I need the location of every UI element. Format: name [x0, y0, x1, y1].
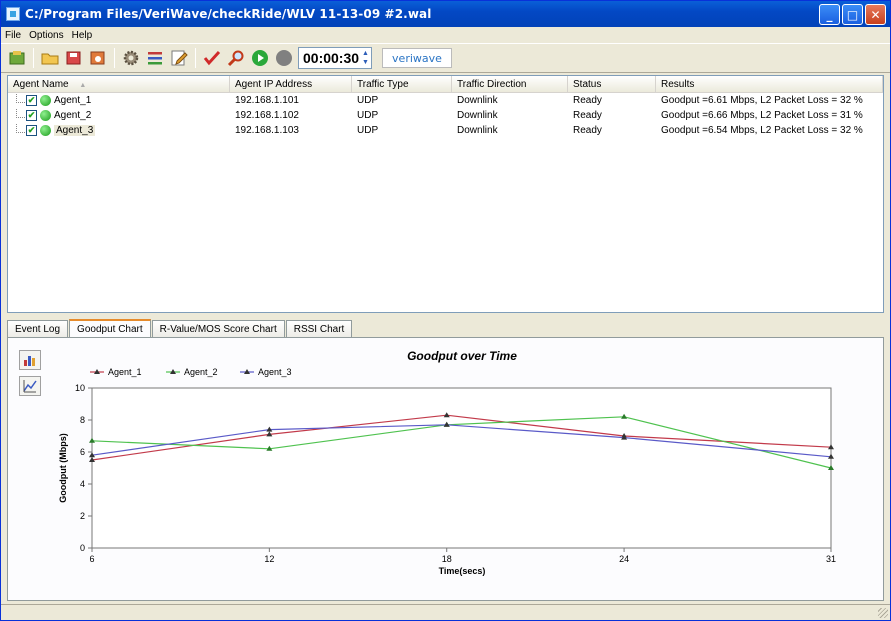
traffic-type: UDP [357, 95, 379, 106]
menu-bar: File Options Help [1, 27, 890, 43]
agent-checkbox[interactable]: ✔ [26, 125, 37, 136]
toolbar-separator [33, 48, 34, 68]
save-icon[interactable] [64, 48, 84, 68]
menu-options[interactable]: Options [29, 30, 63, 41]
open-folder-icon[interactable] [40, 48, 60, 68]
title-bar[interactable]: C:/Program Files/VeriWave/checkRide/WLV … [1, 1, 890, 27]
stop-icon[interactable] [274, 48, 294, 68]
minimize-button[interactable]: _ [819, 4, 840, 25]
checkmark-icon[interactable] [202, 48, 222, 68]
traffic-direction: Downlink [457, 110, 498, 121]
column-header-agent-name[interactable]: Agent Name ▲ [8, 76, 230, 92]
agent-table: Agent Name ▲ Agent IP Address Traffic Ty… [7, 75, 884, 313]
chevron-down-icon[interactable]: ▼ [362, 58, 369, 67]
veriwave-logo: veriwave [381, 48, 452, 68]
agent-status: Ready [573, 95, 602, 106]
x-axis: 6 12 18 24 31 [89, 548, 836, 564]
edit-icon[interactable] [169, 48, 189, 68]
duration-spin-buttons[interactable]: ▲ ▼ [362, 49, 369, 67]
legend-label: Agent_2 [184, 367, 218, 377]
x-tick-label: 6 [89, 554, 94, 564]
agent-checkbox[interactable]: ✔ [26, 95, 37, 106]
resize-grip-icon[interactable] [878, 608, 888, 618]
maximize-button[interactable]: □ [842, 4, 863, 25]
legend-label: Agent_1 [108, 367, 142, 377]
x-tick-label: 31 [826, 554, 836, 564]
status-ok-icon [40, 95, 51, 106]
main-window: C:/Program Files/VeriWave/checkRide/WLV … [0, 0, 891, 621]
agent-ip: 192.168.1.101 [235, 95, 299, 106]
window-title: C:/Program Files/VeriWave/checkRide/WLV … [25, 7, 432, 21]
agent-ip: 192.168.1.102 [235, 110, 299, 121]
toolbar: 00:00:30 ▲ ▼ veriwave [1, 43, 890, 73]
legend-label: Agent_3 [258, 367, 292, 377]
search-icon[interactable] [226, 48, 246, 68]
gear-icon[interactable] [121, 48, 141, 68]
status-bar [1, 604, 890, 620]
status-ok-icon [40, 110, 51, 121]
chevron-up-icon[interactable]: ▲ [362, 49, 369, 58]
save-as-icon[interactable] [88, 48, 108, 68]
menu-file[interactable]: File [5, 30, 21, 41]
column-header-status[interactable]: Status [568, 76, 656, 92]
y-tick-label: 0 [80, 543, 85, 553]
agent-name-cell: ✔ Agent_1 [8, 94, 230, 106]
y-tick-label: 8 [80, 415, 85, 425]
agent-status: Ready [573, 110, 602, 121]
x-tick-label: 12 [264, 554, 274, 564]
y-tick-label: 6 [80, 447, 85, 457]
column-header-results[interactable]: Results [656, 76, 883, 92]
x-tick-label: 24 [619, 554, 629, 564]
app-icon [6, 7, 20, 21]
table-row[interactable]: ✔ Agent_2 192.168.1.102 UDP Downlink Rea… [8, 108, 883, 123]
agent-name-cell: ✔ Agent_3 [8, 124, 230, 136]
tab-rvalue-mos-chart[interactable]: R-Value/MOS Score Chart [151, 320, 285, 338]
duration-stepper[interactable]: 00:00:30 ▲ ▼ [298, 47, 372, 69]
traffic-type: UDP [357, 125, 379, 136]
traffic-type: UDP [357, 110, 379, 121]
table-row[interactable]: ✔ Agent_1 192.168.1.101 UDP Downlink Rea… [8, 93, 883, 108]
chart-title: Goodput over Time [407, 349, 517, 363]
tab-goodput-chart[interactable]: Goodput Chart [69, 319, 151, 338]
traffic-direction: Downlink [457, 125, 498, 136]
duration-value[interactable]: 00:00:30 [303, 50, 359, 66]
goodput-chart-panel: Goodput over Time Agent_1 Agent_2 Agent_3 … [7, 337, 884, 601]
agent-results: Goodput =6.54 Mbps, L2 Packet Loss = 32 … [661, 125, 863, 136]
x-axis-label: Time(secs) [439, 566, 486, 576]
tab-rssi-chart[interactable]: RSSI Chart [285, 320, 353, 338]
window-controls: _ □ ✕ [819, 4, 886, 25]
traffic-direction: Downlink [457, 95, 498, 106]
toolbar-separator [114, 48, 115, 68]
chart-tabs: Event Log Goodput Chart R-Value/MOS Scor… [7, 319, 353, 338]
sort-ascending-icon: ▲ [79, 82, 87, 89]
agent-results: Goodput =6.66 Mbps, L2 Packet Loss = 31 … [661, 110, 863, 121]
tab-event-log[interactable]: Event Log [7, 320, 69, 338]
close-button[interactable]: ✕ [865, 4, 886, 25]
goodput-chart: Goodput over Time Agent_1 Agent_2 Agent_3 … [58, 349, 836, 576]
y-tick-label: 10 [75, 383, 85, 393]
plot-area [91, 387, 832, 549]
agent-ip: 192.168.1.103 [235, 125, 299, 136]
agent-name-cell: ✔ Agent_2 [8, 109, 230, 121]
y-tick-label: 4 [80, 479, 85, 489]
list-icon[interactable] [145, 48, 165, 68]
menu-help[interactable]: Help [72, 30, 93, 41]
status-ok-icon [40, 125, 51, 136]
y-axis: 0 2 4 6 8 10 [75, 383, 92, 553]
column-header-traffic-type[interactable]: Traffic Type [352, 76, 452, 92]
x-tick-label: 18 [442, 554, 452, 564]
toolbar-separator [195, 48, 196, 68]
agent-results: Goodput =6.61 Mbps, L2 Packet Loss = 32 … [661, 95, 863, 106]
chart-legend: Agent_1 Agent_2 Agent_3 [90, 367, 292, 377]
column-header-ip[interactable]: Agent IP Address [230, 76, 352, 92]
agent-status: Ready [573, 125, 602, 136]
new-config-icon[interactable] [7, 48, 27, 68]
table-header: Agent Name ▲ Agent IP Address Traffic Ty… [8, 76, 883, 93]
y-axis-label: Goodput (Mbps) [58, 433, 68, 502]
play-icon[interactable] [250, 48, 270, 68]
agent-checkbox[interactable]: ✔ [26, 110, 37, 121]
column-header-traffic-direction[interactable]: Traffic Direction [452, 76, 568, 92]
table-row[interactable]: ✔ Agent_3 192.168.1.103 UDP Downlink Rea… [8, 123, 883, 138]
y-tick-label: 2 [80, 511, 85, 521]
